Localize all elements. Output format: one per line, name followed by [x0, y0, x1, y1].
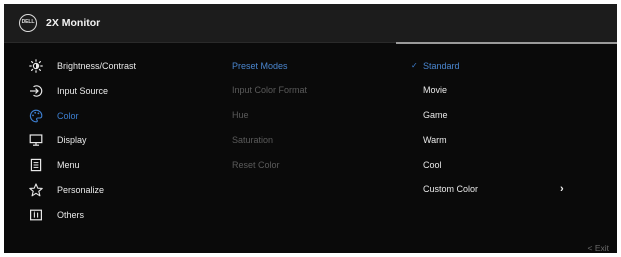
menu-item-input-source[interactable]: Input Source	[28, 83, 108, 99]
palette-icon	[28, 108, 44, 124]
preset-option-label: Cool	[423, 160, 442, 170]
submenu-item-saturation[interactable]: Saturation	[232, 135, 273, 145]
preset-option-label: Warm	[423, 135, 447, 145]
menu-item-label: Personalize	[57, 185, 105, 195]
menu-item-label: Others	[57, 210, 85, 220]
monitor-osd: DELL 2X Monitor Brightness/Contrast Inpu…	[4, 4, 617, 253]
menu-item-label: Input Source	[57, 86, 109, 96]
display-icon	[28, 132, 44, 148]
preset-option-custom-color[interactable]: Custom Color ›	[411, 183, 571, 198]
options-column-indicator	[396, 42, 617, 44]
preset-option-warm[interactable]: Warm	[411, 135, 571, 149]
menu-item-display[interactable]: Display	[28, 132, 87, 148]
submenu-item-preset-modes[interactable]: Preset Modes	[232, 61, 288, 71]
preset-option-label: Movie	[423, 85, 448, 95]
brightness-icon	[28, 58, 44, 74]
menu-item-label: Menu	[57, 160, 80, 170]
menu-item-menu[interactable]: Menu	[28, 157, 80, 173]
preset-option-game[interactable]: Game	[411, 110, 571, 124]
submenu-item-reset-color[interactable]: Reset Color	[232, 160, 280, 170]
preset-option-movie[interactable]: Movie	[411, 85, 571, 99]
menu-item-others[interactable]: Others	[28, 207, 84, 223]
menu-item-label: Brightness/Contrast	[57, 61, 137, 71]
preset-option-label: Standard	[423, 61, 460, 71]
menu-icon	[28, 157, 44, 173]
checkmark-icon: ✓	[411, 61, 418, 70]
dell-logo: DELL	[19, 14, 37, 32]
menu-item-label: Color	[57, 111, 79, 121]
star-icon	[28, 182, 44, 198]
input-source-icon	[28, 83, 44, 99]
exit-button[interactable]: < Exit	[588, 243, 610, 253]
menu-item-label: Display	[57, 135, 87, 145]
preset-option-cool[interactable]: Cool	[411, 160, 571, 174]
submenu-item-input-color-format[interactable]: Input Color Format	[232, 85, 307, 95]
osd-header: DELL 2X Monitor	[4, 4, 617, 43]
menu-item-brightness-contrast[interactable]: Brightness/Contrast	[28, 58, 136, 74]
chevron-right-icon: ›	[560, 183, 564, 195]
menu-item-color[interactable]: Color	[28, 108, 79, 124]
preset-option-standard[interactable]: ✓ Standard	[411, 61, 571, 75]
submenu-item-hue[interactable]: Hue	[232, 110, 249, 120]
info-icon	[28, 207, 44, 223]
preset-option-label: Custom Color	[423, 184, 479, 194]
osd-title: 2X Monitor	[46, 17, 101, 29]
menu-item-personalize[interactable]: Personalize	[28, 182, 104, 198]
preset-option-label: Game	[423, 110, 448, 120]
